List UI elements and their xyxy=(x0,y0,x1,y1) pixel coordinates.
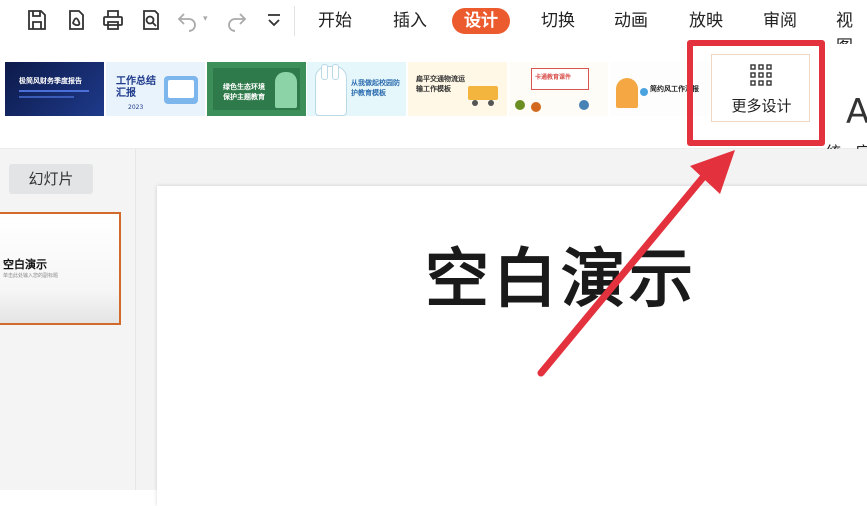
slide-thumbnail-subtitle: 单击此处输入您的副标题 xyxy=(3,273,59,279)
title-toolbar: ▾ 开始 插入 设计 切换 动画 放映 审阅 视图 xyxy=(0,0,867,57)
design-template-1[interactable]: 极简风财务季度报告 xyxy=(5,62,104,116)
font-scheme-icon[interactable]: A xyxy=(846,92,867,132)
print-icon[interactable] xyxy=(101,8,125,32)
export-pdf-icon[interactable] xyxy=(64,8,88,32)
template-subtitle: 2023 xyxy=(128,104,144,111)
save-icon[interactable] xyxy=(25,8,49,32)
undo-dropdown-icon[interactable]: ▾ xyxy=(203,14,208,24)
customize-dropdown-icon[interactable] xyxy=(262,8,286,32)
undo-icon[interactable] xyxy=(175,8,199,32)
slide-thumbnail-title: 空白演示 xyxy=(3,258,47,271)
design-template-6[interactable]: 卡通教育课件 xyxy=(509,62,608,116)
tab-animation[interactable]: 动画 xyxy=(614,8,648,34)
design-template-2[interactable]: 工作总结汇报 2023 xyxy=(106,62,205,116)
template-title: 从我做起校园防护教育模板 xyxy=(351,79,400,97)
template-title: 卡通教育课件 xyxy=(535,74,572,81)
tab-insert[interactable]: 插入 xyxy=(393,8,427,34)
slide-title-text[interactable]: 空白演示 xyxy=(425,228,697,320)
annotation-highlight-box xyxy=(687,40,825,146)
design-template-3[interactable]: 绿色生态环境保护主题教育 xyxy=(207,62,306,116)
tab-home[interactable]: 开始 xyxy=(318,8,352,34)
tab-slideshow[interactable]: 放映 xyxy=(689,8,723,34)
design-template-4[interactable]: 从我做起校园防护教育模板 xyxy=(307,62,406,116)
template-title: 工作总结汇报 xyxy=(116,76,156,99)
tab-transition[interactable]: 切换 xyxy=(541,8,575,34)
template-title: 绿色生态环境保护主题教育 xyxy=(223,83,265,101)
slides-panel-tab[interactable]: 幻灯片 xyxy=(9,164,93,194)
print-preview-icon[interactable] xyxy=(139,8,163,32)
design-template-5[interactable]: 扁平交通物流运输工作模板 xyxy=(408,62,507,116)
slide-thumbnail-1[interactable]: 空白演示 单击此处输入您的副标题 xyxy=(0,212,121,325)
tab-review[interactable]: 审阅 xyxy=(763,8,797,34)
template-title: 扁平交通物流运输工作模板 xyxy=(416,75,465,93)
toolbar-divider xyxy=(294,6,295,36)
redo-icon[interactable] xyxy=(225,8,249,32)
template-title: 极简风财务季度报告 xyxy=(19,77,82,85)
tab-design[interactable]: 设计 xyxy=(452,8,510,34)
